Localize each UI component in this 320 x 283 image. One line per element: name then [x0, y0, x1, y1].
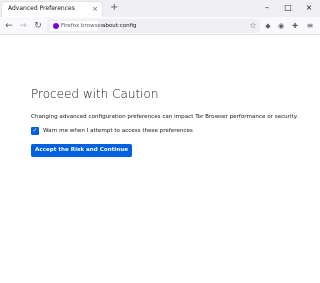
pocket-icon[interactable]: ◆: [262, 18, 274, 34]
forward-icon[interactable]: →: [16, 18, 30, 34]
tab-strip: Advanced Preferences × + – □ ×: [0, 0, 320, 17]
tab-close-icon[interactable]: ×: [92, 4, 98, 14]
identity-box[interactable]: Firefox browser: [50, 21, 103, 31]
tab-advanced-preferences[interactable]: Advanced Preferences ×: [2, 2, 102, 17]
menu-icon[interactable]: ≡: [304, 18, 316, 34]
maximize-icon[interactable]: □: [277, 0, 299, 16]
bookmark-star-icon[interactable]: ☆: [247, 18, 259, 34]
url-text[interactable]: about:config: [102, 22, 137, 30]
accept-risk-button[interactable]: Accept the Risk and Continue: [31, 144, 132, 157]
browser-logo-icon: [53, 23, 59, 29]
new-tab-icon[interactable]: +: [110, 1, 118, 15]
reload-icon[interactable]: ↻: [31, 18, 45, 34]
minimize-icon[interactable]: –: [256, 0, 278, 16]
page-title: Proceed with Caution: [31, 87, 159, 101]
url-bar[interactable]: Firefox browser about:config: [47, 19, 260, 33]
warning-description: Changing advanced configuration preferen…: [31, 114, 299, 120]
identity-label: Firefox browser: [61, 23, 103, 29]
extensions-icon[interactable]: ✚: [289, 18, 301, 34]
back-icon[interactable]: ←: [2, 18, 16, 34]
window-close-icon[interactable]: ×: [298, 0, 320, 16]
warn-checkbox-label[interactable]: Warn me when I attempt to access these p…: [43, 127, 193, 136]
page-content: [0, 36, 320, 283]
tab-title: Advanced Preferences: [8, 5, 75, 12]
warn-checkbox[interactable]: ✓: [31, 127, 39, 135]
account-icon[interactable]: ◉: [275, 18, 287, 34]
